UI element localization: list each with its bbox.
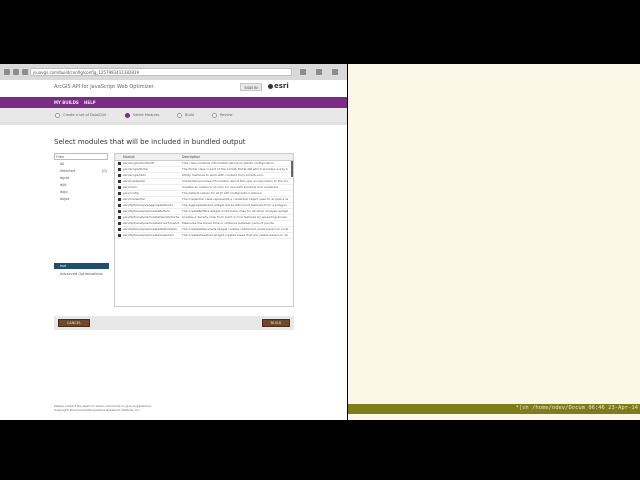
footer-copyright: Copyright Environmental Systems Research… <box>54 408 141 412</box>
module-group-dojo[interactable]: dojo <box>54 189 109 195</box>
table-row[interactable]: esri/Credential Credential provides infor… <box>115 179 293 185</box>
module-group-selected[interactable]: Selected (0) <box>54 168 109 174</box>
step-3-icon <box>177 113 182 118</box>
menu-icon[interactable] <box>332 69 338 75</box>
url-bar[interactable]: jsuavgs.com/build/config/config_12579834… <box>30 68 292 76</box>
cancel-button[interactable]: CANCEL <box>58 319 90 327</box>
sign-in-button[interactable]: SIGN IN <box>240 83 262 91</box>
checkbox[interactable] <box>118 216 121 220</box>
table-row[interactable]: esri/config The default values for all JS… <box>115 191 293 197</box>
action-bar <box>54 316 294 330</box>
browser-window: jsuavgs.com/build/config/config_12579834… <box>0 64 347 420</box>
column-module[interactable]: Module <box>123 154 135 160</box>
esri-globe-icon <box>268 84 273 89</box>
checkbox[interactable] <box>118 192 121 196</box>
table-row[interactable]: esri/arcgis/Portal The Portal class is pa… <box>115 167 293 173</box>
reload-icon[interactable] <box>22 69 28 75</box>
nav-my-builds[interactable]: MY BUILDS <box>54 100 79 105</box>
bookmark-icon[interactable] <box>300 69 306 75</box>
back-icon[interactable] <box>4 69 10 75</box>
checkbox[interactable] <box>118 174 121 178</box>
step-4-label[interactable]: Review <box>220 113 233 117</box>
footer: Please contact the team to share comment… <box>54 404 152 412</box>
forward-icon[interactable] <box>13 69 19 75</box>
extension-icon[interactable] <box>316 69 322 75</box>
app-header <box>0 80 347 96</box>
module-group-all[interactable]: All <box>54 161 109 167</box>
step-2-icon <box>125 113 130 118</box>
app-title: ArcGIS API for JavaScript Web Optimizer <box>54 84 154 90</box>
table-row[interactable]: esri/dijit/analysis/CreateViewshed The Cr… <box>115 233 293 239</box>
step-2-label[interactable]: Select Modules <box>133 113 159 117</box>
table-row[interactable]: esri/dijit/analysis/CreateBuffers The Cre… <box>115 209 293 215</box>
column-description[interactable]: Description <box>182 154 200 160</box>
checkbox[interactable] <box>118 234 121 238</box>
filter-input[interactable]: Filter <box>54 153 108 160</box>
table-row[interactable]: esri/dijit/AnalysisAggregatePoints The Ag… <box>115 203 293 209</box>
checkbox[interactable] <box>118 186 121 190</box>
table-scrollbar[interactable] <box>291 161 293 177</box>
module-group-dojox[interactable]: dojox <box>54 196 109 202</box>
step-progress-bar <box>0 122 347 125</box>
table-row[interactable]: esri/dijit/analysis/CreateDriveTimeAreas… <box>115 221 293 227</box>
checkbox[interactable] <box>118 162 121 166</box>
browser-toolbar: jsuavgs.com/build/config/config_12579834… <box>0 64 347 81</box>
step-4-icon <box>212 113 217 118</box>
checkbox[interactable] <box>118 228 121 232</box>
table-row[interactable]: esri/dijit/analysis/CreateWatersheds The … <box>115 227 293 233</box>
table-row[interactable]: esri/arcgis/OAuthInfo This class contains… <box>115 161 293 167</box>
checkbox[interactable] <box>118 180 121 184</box>
module-group-esri[interactable]: esri <box>54 263 109 269</box>
modules-table: Module Description esri/arcgis/OAuthInfo… <box>114 153 294 307</box>
module-group-dgrid[interactable]: dgrid <box>54 175 109 181</box>
checkbox[interactable] <box>118 198 121 202</box>
step-3-label[interactable]: Build <box>185 113 194 117</box>
esri-logo: esri <box>274 82 289 90</box>
checkbox[interactable] <box>118 210 121 214</box>
build-button[interactable]: BUILD <box>262 319 290 327</box>
checkbox[interactable] <box>118 222 121 226</box>
step-1-icon <box>55 113 60 118</box>
terminal-window[interactable] <box>348 64 640 404</box>
wizard-steps <box>0 108 347 122</box>
terminal-input-line[interactable] <box>348 414 640 420</box>
table-row[interactable]: esri/Color Creates an instance of color f… <box>115 185 293 191</box>
module-group-dijit[interactable]: dijit <box>54 182 109 188</box>
page-title: Select modules that will be included in … <box>54 138 246 146</box>
checkbox[interactable] <box>118 204 121 208</box>
checkbox[interactable] <box>118 168 121 172</box>
table-row[interactable]: esri/arcgis/utils Utility methods to work… <box>115 173 293 179</box>
nav-help[interactable]: HELP <box>84 100 96 105</box>
navbar <box>0 97 347 108</box>
table-header: Module Description <box>115 154 293 161</box>
table-row[interactable]: esri/Credential The Credential class repr… <box>115 197 293 203</box>
advanced-optimizations[interactable]: Advanced Optimizations <box>54 271 109 277</box>
table-row[interactable]: esri/dijit/analysis/CreateDensitySurface… <box>115 215 293 221</box>
step-1-label[interactable]: Create a set of Dojo/Dijit <box>63 113 106 117</box>
terminal-status-text: *[sh /home/odev/Docum 06:46 23-Apr-14 <box>515 405 638 411</box>
